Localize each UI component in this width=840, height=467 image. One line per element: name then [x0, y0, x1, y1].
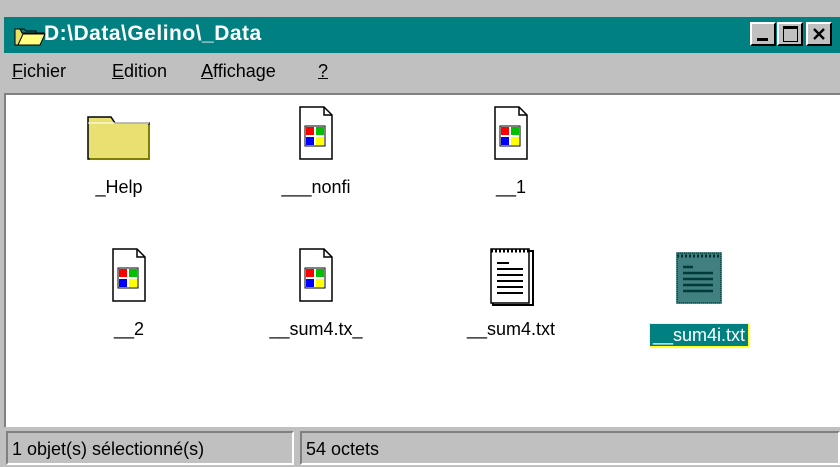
minimize-icon — [757, 38, 768, 41]
windows-file-icon — [112, 248, 146, 302]
maximize-icon — [783, 26, 798, 42]
file-list-view[interactable]: _Help ___nonfi __1 __2 __sum4.tx_ __sum4… — [4, 93, 840, 427]
windows-file-icon — [299, 248, 333, 302]
status-size: 54 octets — [300, 431, 840, 465]
folder-icon — [87, 116, 150, 160]
maximize-button[interactable] — [777, 22, 803, 46]
menu-affichage[interactable]: Affichage — [201, 61, 276, 82]
file-item-2[interactable]: __2 — [54, 245, 204, 365]
file-name: __2 — [113, 319, 145, 339]
status-bar: 1 objet(s) sélectionné(s) 54 octets — [4, 429, 840, 467]
title-bar[interactable]: D:\Data\Gelino\_Data — [4, 17, 840, 53]
file-item-sum4-txt[interactable]: __sum4.txt — [436, 245, 586, 365]
minimize-button[interactable] — [750, 22, 776, 46]
close-icon — [813, 28, 825, 40]
file-item-sum4-tx[interactable]: __sum4.tx_ — [241, 245, 391, 365]
file-name: _Help — [95, 177, 143, 197]
file-item-1[interactable]: __1 — [436, 103, 586, 223]
file-item-sum4i-txt[interactable]: __sum4i.txt — [624, 245, 774, 365]
windows-file-icon — [494, 106, 528, 160]
close-button[interactable] — [806, 22, 832, 46]
file-name: __sum4i.txt — [624, 323, 774, 347]
menu-edition[interactable]: Edition — [112, 61, 167, 82]
file-item-help[interactable]: _Help — [44, 103, 194, 223]
text-document-icon — [490, 248, 534, 306]
menu-bar: Fichier Edition Affichage ? — [4, 55, 840, 89]
explorer-window: D:\Data\Gelino\_Data Fichier Edition Aff… — [0, 0, 840, 467]
file-name: __1 — [495, 177, 527, 197]
file-name: __sum4.txt — [466, 319, 556, 339]
open-folder-icon — [14, 28, 46, 46]
windows-file-icon — [299, 106, 333, 160]
file-item-nonfi[interactable]: ___nonfi — [241, 103, 391, 223]
text-document-icon — [676, 252, 722, 304]
file-name: __sum4.tx_ — [269, 319, 363, 339]
status-selection: 1 objet(s) sélectionné(s) — [6, 431, 294, 465]
file-name: ___nonfi — [281, 177, 351, 197]
window-title: D:\Data\Gelino\_Data — [44, 22, 262, 45]
menu-fichier[interactable]: Fichier — [12, 61, 66, 82]
menu-help[interactable]: ? — [318, 61, 328, 82]
